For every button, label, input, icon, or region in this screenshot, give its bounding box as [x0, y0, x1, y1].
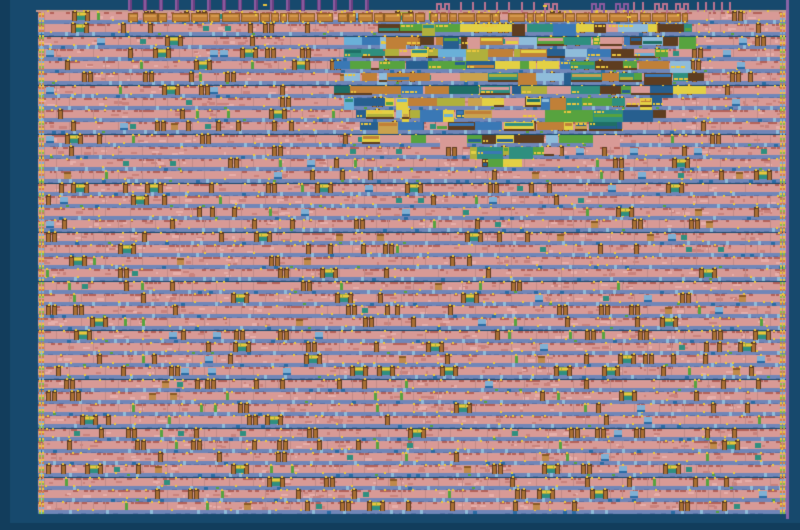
chip-die-canvas[interactable]: [0, 0, 800, 530]
layout-viewer: [0, 0, 800, 530]
